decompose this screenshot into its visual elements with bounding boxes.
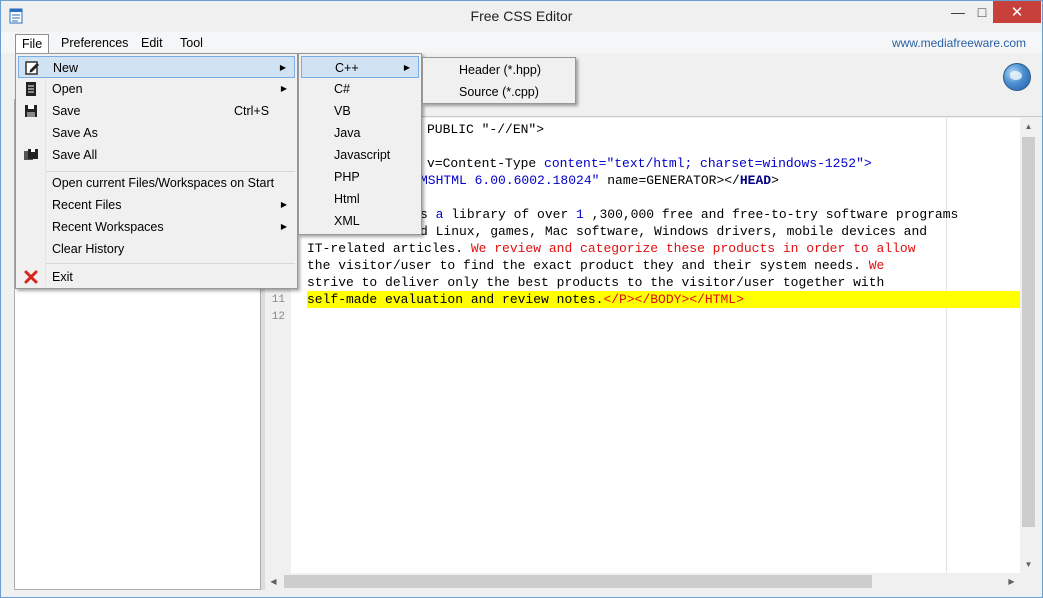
title-bar: Free CSS Editor — □ ✕ bbox=[1, 1, 1042, 32]
new-submenu: C++ ▶ C# VB Java Javascript PHP Html XML bbox=[298, 53, 422, 235]
website-link[interactable]: www.mediafreeware.com bbox=[892, 36, 1026, 50]
code-line: PUBLIC "-//EN"> bbox=[427, 122, 545, 137]
submenu-arrow-icon: ▶ bbox=[280, 84, 287, 93]
app-window: Free CSS Editor — □ ✕ File Preferences E… bbox=[0, 0, 1043, 598]
code-line: IT-related articles. We review and categ… bbox=[307, 241, 916, 256]
menu-item-open-current-on-start[interactable]: Open current Files/Workspaces on Start bbox=[18, 172, 295, 194]
menu-item-recent-files[interactable]: Recent Files ▶ bbox=[18, 194, 295, 216]
window-title: Free CSS Editor bbox=[470, 8, 573, 24]
code-line: strive to deliver only the best products… bbox=[307, 275, 885, 290]
menu-item-recent-workspaces[interactable]: Recent Workspaces ▶ bbox=[18, 216, 295, 238]
new-document-icon bbox=[25, 61, 39, 75]
menu-item-open[interactable]: Open ▶ bbox=[18, 78, 295, 100]
scroll-down-icon[interactable]: ▼ bbox=[1020, 556, 1037, 573]
submenu-arrow-icon: ▶ bbox=[279, 63, 286, 72]
scroll-right-icon[interactable]: ▶ bbox=[1003, 573, 1020, 590]
code-line: s a library of over 1 ,300,000 free and … bbox=[420, 207, 959, 222]
maximize-button[interactable]: □ bbox=[971, 1, 993, 23]
code-line: d Linux, games, Mac software, Windows dr… bbox=[420, 224, 928, 239]
menu-file[interactable]: File bbox=[15, 34, 50, 53]
menu-item-save[interactable]: Save Ctrl+S bbox=[18, 100, 295, 122]
menu-preferences[interactable]: Preferences bbox=[55, 34, 134, 53]
code-line: the visitor/user to find the exact produ… bbox=[307, 258, 885, 273]
scroll-left-icon[interactable]: ◀ bbox=[265, 573, 282, 590]
submenu-item-header-hpp[interactable]: Header (*.hpp) bbox=[425, 59, 573, 81]
code-line: MSHTML 6.00.6002.18024" name=GENERATOR><… bbox=[420, 173, 779, 188]
submenu-item-csharp[interactable]: C# bbox=[301, 78, 419, 100]
menu-item-save-all[interactable]: Save All bbox=[18, 144, 295, 166]
horizontal-scrollbar[interactable]: ◀ ▶ bbox=[265, 573, 1020, 590]
line-number: 11 bbox=[271, 294, 285, 306]
right-margin-guide bbox=[946, 118, 947, 573]
menu-item-new[interactable]: New ▶ bbox=[18, 56, 295, 78]
vertical-scroll-thumb[interactable] bbox=[1022, 137, 1035, 527]
submenu-arrow-icon: ▶ bbox=[403, 63, 410, 72]
file-menu-dropdown: New ▶ Open ▶ Save Ctrl+S Save As Save Al… bbox=[15, 53, 298, 289]
open-document-icon bbox=[26, 82, 36, 96]
scroll-up-icon[interactable]: ▲ bbox=[1020, 118, 1037, 135]
submenu-item-cpp[interactable]: C++ ▶ bbox=[301, 56, 419, 78]
menu-item-clear-history[interactable]: Clear History bbox=[18, 238, 295, 260]
submenu-item-javascript[interactable]: Javascript bbox=[301, 144, 419, 166]
menu-tool[interactable]: Tool bbox=[174, 34, 209, 53]
horizontal-scroll-thumb[interactable] bbox=[284, 575, 872, 588]
line-number: 12 bbox=[271, 311, 285, 323]
globe-icon[interactable] bbox=[1003, 63, 1031, 91]
submenu-item-xml[interactable]: XML bbox=[301, 210, 419, 232]
submenu-item-vb[interactable]: VB bbox=[301, 100, 419, 122]
minimize-button[interactable]: — bbox=[945, 1, 971, 23]
save-disk-icon bbox=[25, 105, 37, 117]
submenu-item-html[interactable]: Html bbox=[301, 188, 419, 210]
submenu-item-java[interactable]: Java bbox=[301, 122, 419, 144]
submenu-item-php[interactable]: PHP bbox=[301, 166, 419, 188]
code-line: v=Content-Type content="text/html; chars… bbox=[427, 156, 872, 171]
vertical-scrollbar[interactable]: ▲ ▼ bbox=[1020, 118, 1037, 573]
menu-separator bbox=[46, 263, 295, 264]
menu-item-exit[interactable]: Exit bbox=[18, 266, 295, 288]
code-line-highlighted: self-made evaluation and review notes.</… bbox=[307, 291, 1020, 308]
submenu-arrow-icon: ▶ bbox=[280, 222, 287, 231]
save-all-icon bbox=[24, 149, 38, 160]
submenu-arrow-icon: ▶ bbox=[280, 200, 287, 209]
cpp-submenu: Header (*.hpp) Source (*.cpp) bbox=[422, 57, 576, 104]
menu-bar: File Preferences Edit Tool www.mediafree… bbox=[1, 32, 1042, 53]
close-button[interactable]: ✕ bbox=[993, 1, 1041, 23]
exit-x-icon bbox=[24, 270, 38, 284]
submenu-item-source-cpp[interactable]: Source (*.cpp) bbox=[425, 81, 573, 103]
save-shortcut: Ctrl+S bbox=[234, 104, 270, 118]
menu-edit[interactable]: Edit bbox=[135, 34, 169, 53]
menu-item-save-as[interactable]: Save As bbox=[18, 122, 295, 144]
